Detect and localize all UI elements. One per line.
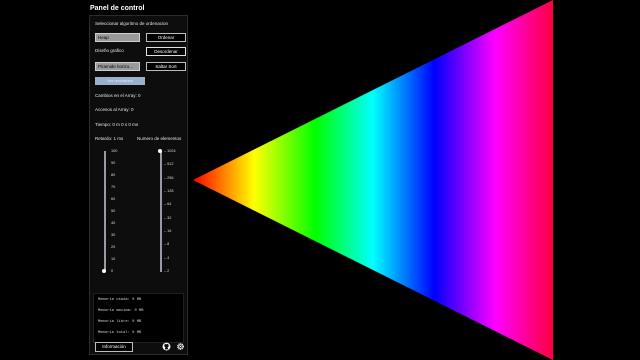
delay-tick-label: 10 bbox=[111, 257, 116, 261]
elements-tick-label: – 2 bbox=[164, 269, 170, 273]
elements-tick-label: – 16 bbox=[164, 229, 172, 233]
elements-tick-label: – 4 bbox=[164, 255, 170, 260]
github-icon[interactable] bbox=[162, 342, 171, 351]
delay-label: Retardo: 1 ms bbox=[95, 136, 124, 141]
memory-max: Memoria maxima: 0 MB bbox=[98, 309, 144, 313]
elapsed-time-stat: Tiempo: 0 m 0 s 0 ms bbox=[95, 122, 139, 127]
design-select[interactable]: Piramide horizo... bbox=[95, 62, 140, 71]
delay-tick-label: 40 bbox=[111, 221, 116, 225]
design-label: Diseño grafico bbox=[95, 48, 124, 53]
delay-tick-label: 20 bbox=[111, 245, 116, 249]
elements-label: Numero de elementos bbox=[137, 136, 182, 141]
elements-tick-label: – 256 bbox=[164, 175, 174, 180]
info-button[interactable]: Información bbox=[95, 342, 133, 352]
memory-free: Memoria libre: 0 MB bbox=[98, 320, 142, 324]
sorted-bars-pyramid bbox=[193, 0, 553, 360]
memory-panel: Memoria usada: 0 MB Memoria maxima: 0 MB… bbox=[93, 293, 184, 343]
delay-tick-label: 30 bbox=[111, 233, 116, 237]
array-accesses-stat: Accesos al Array: 0 bbox=[95, 107, 134, 112]
algorithm-section-label: Seleccionar algoritmo de ordenacion bbox=[95, 21, 169, 26]
delay-slider-track[interactable] bbox=[104, 151, 106, 272]
delay-tick-label: 50 bbox=[111, 209, 116, 213]
delay-tick-label: 70 bbox=[111, 185, 116, 189]
elements-tick-label: – 128 bbox=[164, 189, 174, 193]
delay-tick-label: 0 bbox=[111, 269, 114, 273]
algorithm-select[interactable]: Heap bbox=[95, 33, 140, 42]
delay-slider-handle[interactable] bbox=[102, 269, 106, 273]
delay-tick-label: 60 bbox=[111, 197, 116, 201]
delay-tick-label: 90 bbox=[111, 161, 116, 165]
array-changes-stat: Cambios en el Array: 0 bbox=[95, 93, 141, 98]
memory-used: Memoria usada: 0 MB bbox=[98, 298, 142, 302]
elements-slider-handle[interactable] bbox=[158, 149, 162, 153]
elements-tick-label: – 1024 bbox=[164, 149, 176, 153]
elements-tick-label: – 64 bbox=[164, 202, 172, 207]
shuffle-button[interactable]: Desordenar bbox=[146, 47, 186, 56]
elements-slider-track[interactable] bbox=[160, 151, 162, 272]
gear-icon[interactable] bbox=[176, 342, 185, 351]
panel-title: Panel de control bbox=[90, 5, 145, 12]
elements-tick-label: – 8 bbox=[164, 242, 170, 247]
elements-tick-label: – 32 bbox=[164, 215, 172, 220]
elements-tick-label: – 512 bbox=[164, 162, 174, 167]
skip-sort-button[interactable]: Saltar Sort bbox=[146, 62, 186, 71]
delay-tick-label: 80 bbox=[111, 173, 116, 177]
sort-button[interactable]: Ordenar bbox=[146, 33, 186, 42]
delay-tick-label: 100 bbox=[111, 149, 118, 153]
memory-total: Memoria total: 0 MB bbox=[98, 331, 142, 335]
view-results-button[interactable]: Ver resultados bbox=[95, 77, 145, 85]
control-panel: Seleccionar algoritmo de ordenacion Heap… bbox=[89, 15, 188, 355]
